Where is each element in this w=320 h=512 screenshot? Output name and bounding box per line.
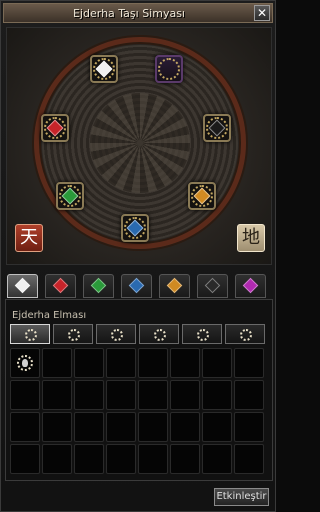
gem-icon	[90, 277, 107, 294]
inventory-slot[interactable]	[74, 412, 104, 442]
inventory-slot[interactable]	[138, 444, 168, 474]
dragon-stone-alchemy-window: Ejderha Taşı Simyası ✕ 天 地 Ejderha Elmas…	[0, 0, 276, 512]
slot-top-left[interactable]	[90, 55, 118, 83]
grade-sun-icon	[68, 329, 80, 341]
grade-button-3[interactable]	[96, 324, 136, 344]
inventory-slot[interactable]	[170, 348, 200, 378]
inventory-slot[interactable]	[106, 412, 136, 442]
gem-icon	[128, 277, 145, 294]
inventory-grid	[10, 348, 266, 476]
slot-top-right[interactable]	[155, 55, 183, 83]
title-bar[interactable]: Ejderha Taşı Simyası ✕	[3, 3, 273, 23]
grade-sun-icon	[25, 329, 37, 341]
inventory-slot[interactable]	[10, 348, 40, 378]
inventory-slot[interactable]	[202, 412, 232, 442]
inventory-slot[interactable]	[170, 444, 200, 474]
tab-ruby[interactable]	[45, 274, 76, 298]
tab-sapphire[interactable]	[121, 274, 152, 298]
grade-button-2[interactable]	[53, 324, 93, 344]
gem-icon	[52, 277, 69, 294]
grade-button-6[interactable]	[225, 324, 265, 344]
grade-selector	[10, 324, 268, 344]
inventory-slot[interactable]	[170, 380, 200, 410]
tab-diamond[interactable]	[7, 274, 38, 298]
slot-bottom-right[interactable]	[188, 182, 216, 210]
inventory-slot[interactable]	[202, 444, 232, 474]
tab-amethyst[interactable]	[235, 274, 266, 298]
close-button[interactable]: ✕	[254, 5, 270, 21]
inventory-slot[interactable]	[170, 412, 200, 442]
inventory-slot[interactable]	[138, 412, 168, 442]
grade-sun-icon	[240, 329, 252, 341]
inventory-slot[interactable]	[10, 444, 40, 474]
grade-sun-icon	[111, 329, 123, 341]
inventory-slot[interactable]	[234, 380, 264, 410]
grade-sun-icon	[154, 329, 166, 341]
inventory-slot[interactable]	[234, 348, 264, 378]
inventory-slot[interactable]	[74, 348, 104, 378]
inventory-slot[interactable]	[106, 380, 136, 410]
inventory-slot[interactable]	[10, 380, 40, 410]
activate-button[interactable]: Etkinleştir	[214, 488, 269, 506]
inventory-slot[interactable]	[202, 348, 232, 378]
window-title: Ejderha Taşı Simyası	[72, 7, 185, 20]
grade-button-1[interactable]	[10, 324, 50, 344]
inventory-slot[interactable]	[42, 412, 72, 442]
tab-jade[interactable]	[83, 274, 114, 298]
slot-bottom[interactable]	[121, 214, 149, 242]
inventory-slot[interactable]	[138, 348, 168, 378]
tab-onyx[interactable]	[197, 274, 228, 298]
gem-icon	[166, 277, 183, 294]
inventory-slot[interactable]	[234, 412, 264, 442]
inventory-slot[interactable]	[74, 444, 104, 474]
inventory-slot[interactable]	[202, 380, 232, 410]
section-label: Ejderha Elması	[12, 310, 87, 321]
tab-garnet[interactable]	[159, 274, 190, 298]
grade-sun-icon	[197, 329, 209, 341]
inventory-slot[interactable]	[234, 444, 264, 474]
inventory-slot[interactable]	[74, 380, 104, 410]
slot-left[interactable]	[41, 114, 69, 142]
grade-button-5[interactable]	[182, 324, 222, 344]
filigree-frame-icon	[158, 58, 180, 80]
inventory-slot[interactable]	[42, 444, 72, 474]
earth-seal-icon: 地	[237, 224, 265, 252]
inventory-slot[interactable]	[138, 380, 168, 410]
inventory-slot[interactable]	[106, 444, 136, 474]
gem-icon	[242, 277, 259, 294]
heaven-seal-icon: 天	[15, 224, 43, 252]
slot-right[interactable]	[203, 114, 231, 142]
inventory-slot[interactable]	[42, 380, 72, 410]
slot-bottom-left[interactable]	[56, 182, 84, 210]
inventory-slot[interactable]	[10, 412, 40, 442]
grade-button-4[interactable]	[139, 324, 179, 344]
dragon-stone-item-icon	[17, 355, 33, 371]
gem-icon	[14, 277, 31, 294]
dragon-stone-panel: Ejderha Elması	[5, 299, 273, 481]
gem-type-tabs	[5, 274, 273, 299]
inventory-slot[interactable]	[106, 348, 136, 378]
inventory-slot[interactable]	[42, 348, 72, 378]
alchemy-board: 天 地	[6, 27, 272, 265]
gem-icon	[204, 277, 221, 294]
